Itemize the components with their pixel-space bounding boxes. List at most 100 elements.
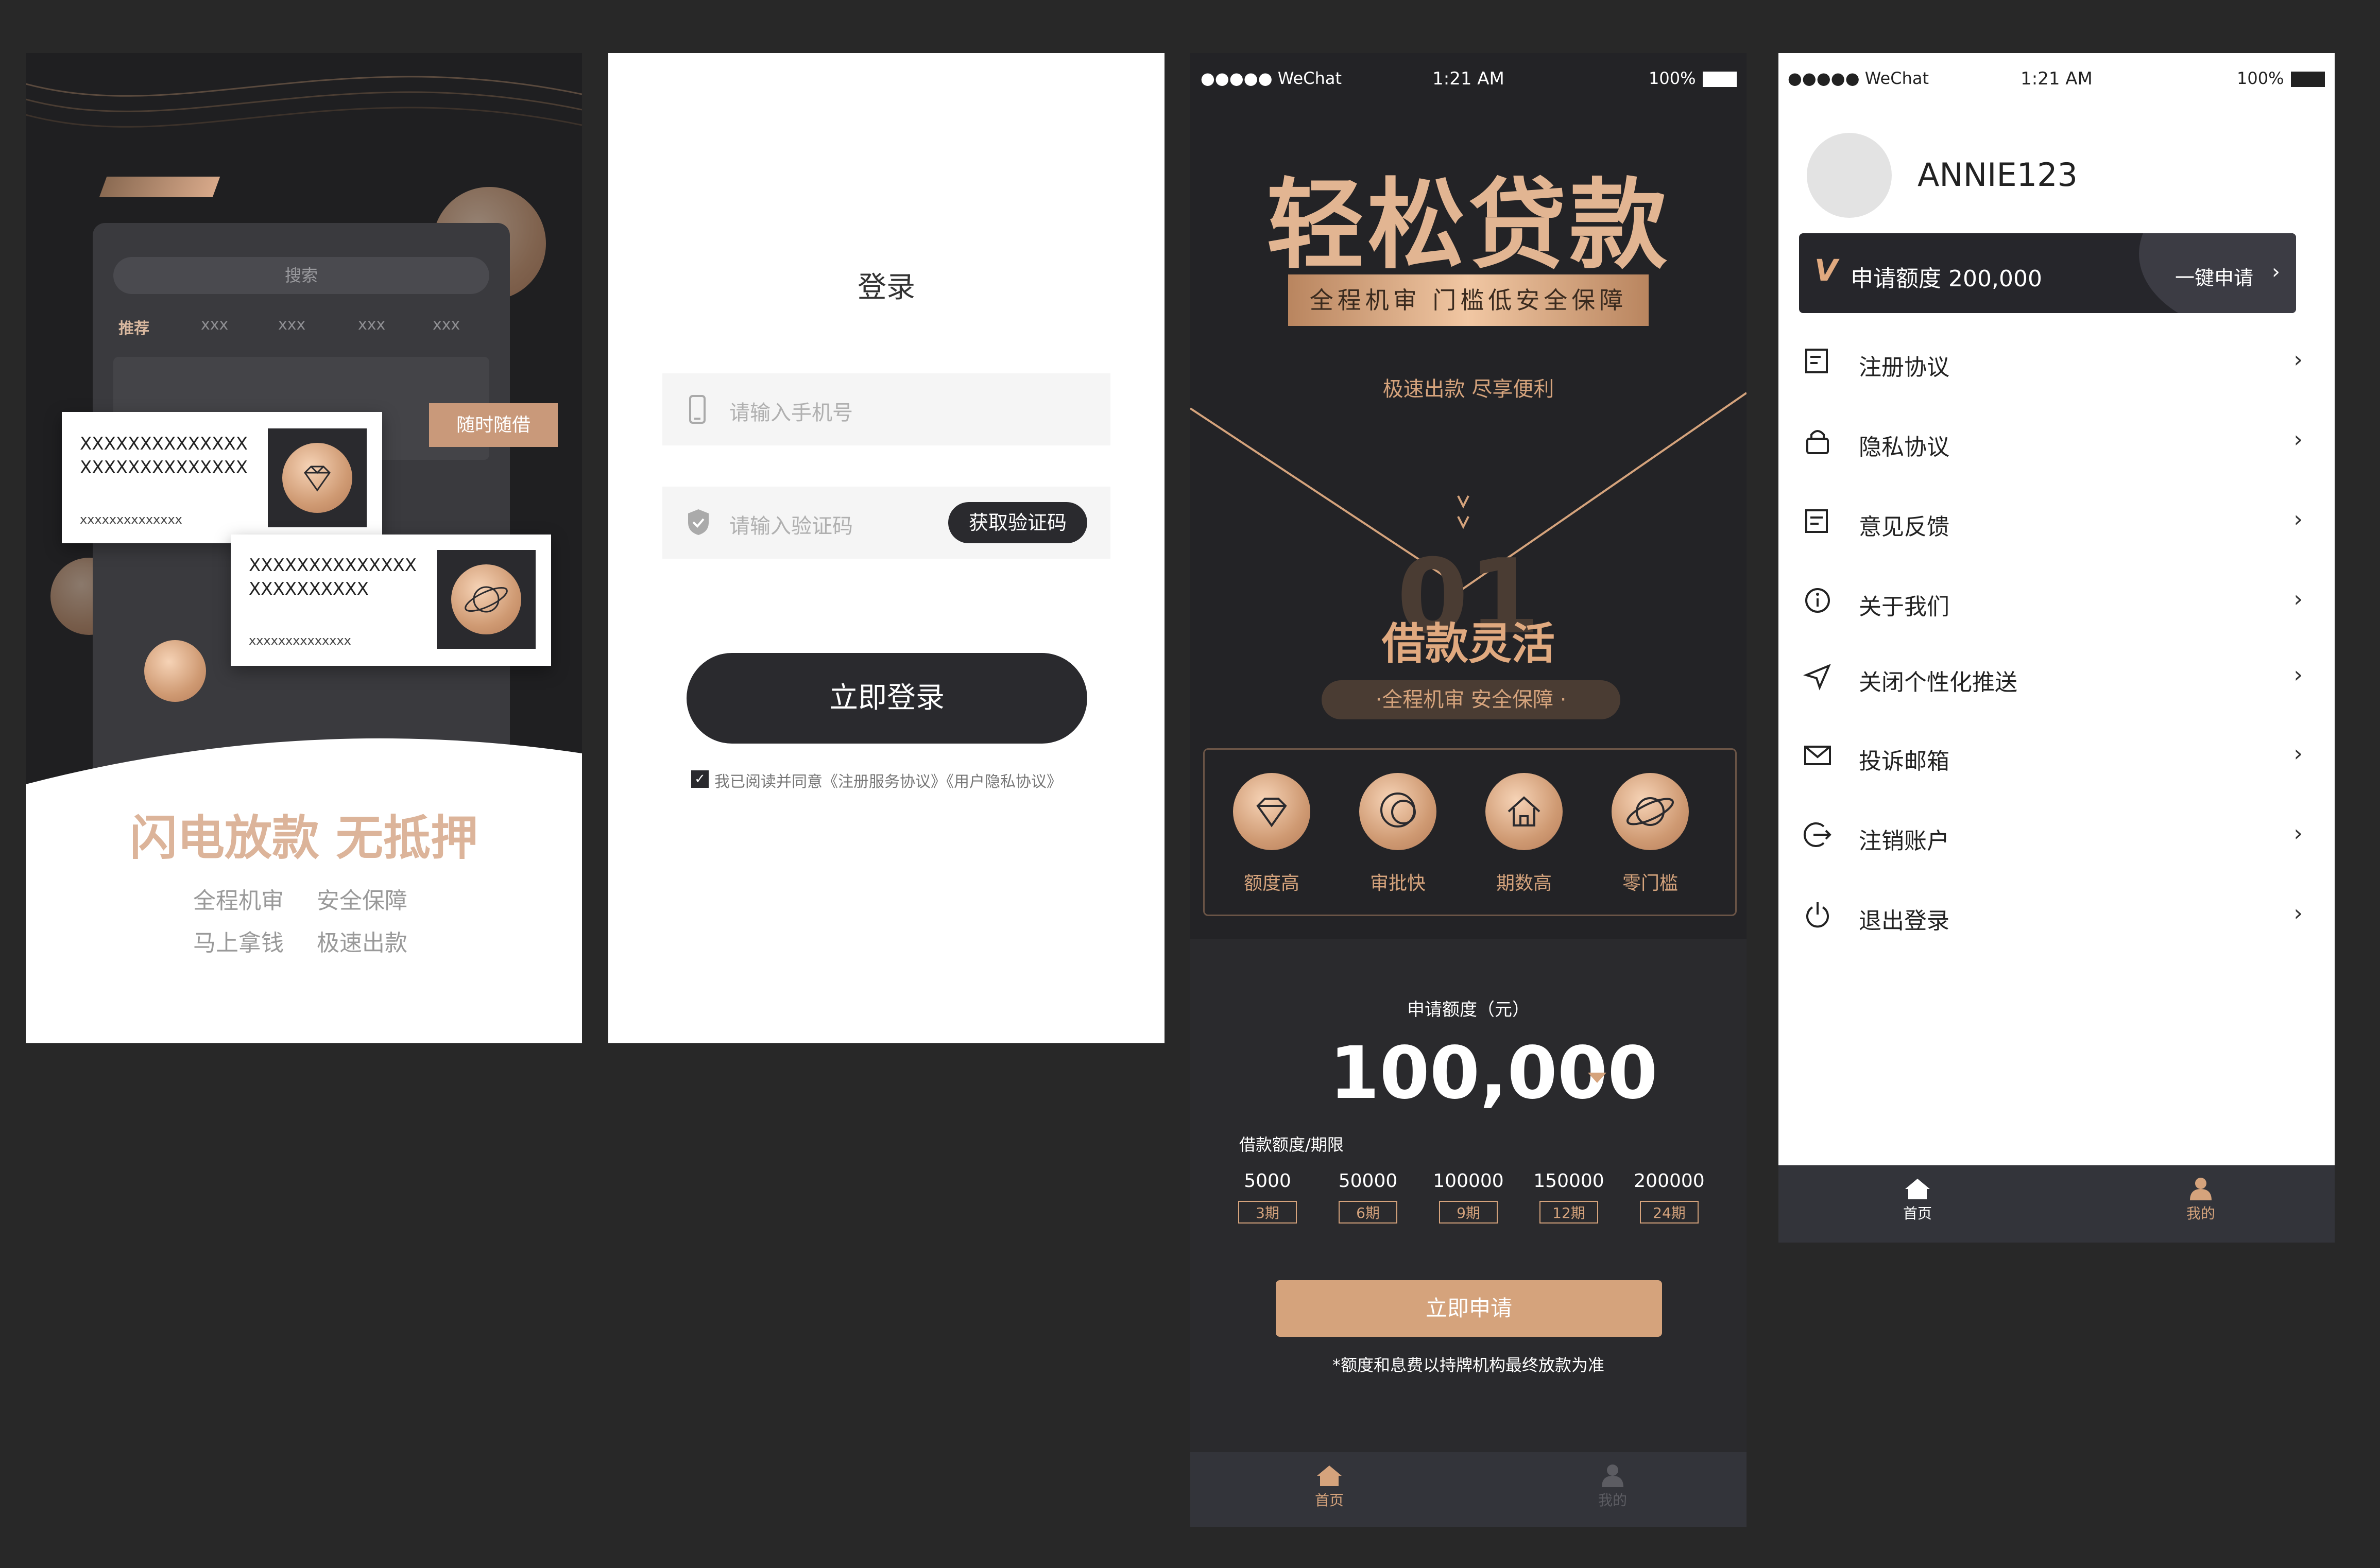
option-term: 12期 — [1539, 1201, 1598, 1224]
code-placeholder: 请输入验证码 — [729, 514, 853, 538]
menu-label: 投诉邮箱 — [1859, 748, 1949, 774]
splash-screen: 搜索 推荐 xxx xxx xxx xxx 随时随借 XXXXXXXXXXXXX… — [26, 53, 582, 1043]
person-icon — [2190, 1178, 2212, 1200]
menu-item-register[interactable]: 注册协议 › — [1803, 331, 2318, 393]
loan-option[interactable]: 150000 12期 — [1522, 1170, 1615, 1224]
bottom-panel — [26, 738, 582, 1043]
decorative-waves — [26, 76, 582, 128]
menu-item-push[interactable]: 关闭个性化推送 › — [1803, 646, 2318, 708]
banner-action[interactable]: 一键申请 — [2175, 262, 2253, 290]
banner-label: 申请额度 200,000 — [1851, 266, 2042, 292]
card-title: XXXXXXXXXXXXXX — [80, 434, 248, 454]
agree-checkbox[interactable]: ✓ — [691, 770, 709, 788]
credit-banner[interactable]: V 申请额度 200,000 一键申请 › — [1799, 233, 2296, 313]
feature-text: 极速出款 — [317, 930, 407, 956]
planet-badge-icon — [144, 640, 206, 702]
feature-text: 马上拿钱 — [193, 930, 284, 956]
feature-item[interactable]: 零门槛 — [1612, 773, 1689, 894]
chevron-right-icon: › — [2293, 900, 2303, 926]
nav-home[interactable]: 首页 — [1866, 1177, 1969, 1223]
option-term: 9期 — [1439, 1201, 1498, 1224]
chevron-right-icon: › — [2293, 740, 2303, 767]
option-list: 5000 3期 50000 6期 100000 9期 150000 12期 20… — [1221, 1170, 1716, 1243]
battery-icon — [1703, 72, 1737, 87]
loan-option[interactable]: 100000 9期 — [1422, 1170, 1515, 1224]
card-title: XXXXXXXXXXXXXX — [249, 555, 417, 576]
v-logo-icon: V — [1814, 253, 1838, 288]
home-screen: ●●●●● WeChat 1:21 AM 100% 轻松贷款 全程机审 门槛低安… — [1190, 53, 1747, 1527]
battery-icon — [2291, 72, 2325, 87]
code-field[interactable]: 请输入验证码 获取验证码 — [662, 487, 1110, 559]
diamond-icon — [1233, 773, 1310, 850]
tag-label: 随时随借 — [429, 403, 558, 447]
feature-item[interactable]: 额度高 — [1233, 773, 1310, 894]
product-card[interactable]: XXXXXXXXXXXXXX XXXXXXXXXX xxxxxxxxxxxxxx — [231, 535, 551, 666]
tab-item[interactable]: xxx — [433, 316, 460, 334]
card-icon-box — [437, 550, 536, 649]
nav-home[interactable]: 首页 — [1278, 1463, 1381, 1510]
phone-field[interactable]: 请输入手机号 — [662, 373, 1110, 445]
nav-mine[interactable]: 我的 — [1561, 1463, 1664, 1510]
menu-item-about[interactable]: 关于我们 › — [1803, 571, 2318, 632]
product-card[interactable]: XXXXXXXXXXXXXX XXXXXXXXXXXXXX xxxxxxxxxx… — [62, 412, 382, 543]
home-icon — [1485, 773, 1563, 850]
menu-label: 关于我们 — [1859, 594, 1949, 620]
menu-item-privacy[interactable]: 隐私协议 › — [1803, 411, 2318, 473]
avatar[interactable] — [1807, 133, 1892, 218]
get-code-button[interactable]: 获取验证码 — [948, 502, 1087, 543]
tab-item[interactable]: xxx — [201, 316, 228, 334]
logout-circle-icon — [1803, 822, 1831, 847]
nav-label: 我的 — [2186, 1205, 2215, 1222]
shield-icon — [688, 509, 709, 535]
menu-item-cancel-account[interactable]: 注销账户 › — [1803, 805, 2318, 867]
apply-button[interactable]: 立即申请 — [1276, 1280, 1662, 1337]
menu-item-feedback[interactable]: 意见反馈 › — [1803, 491, 2318, 553]
feature-item[interactable]: 审批快 — [1359, 773, 1436, 894]
username: ANNIE123 — [1917, 156, 2078, 194]
feature-item[interactable]: 期数高 — [1485, 773, 1563, 894]
card-subtitle: xxxxxxxxxxxxxx — [249, 633, 351, 648]
agree-text[interactable]: 我已阅读并同意《注册服务协议》《用户隐私协议》 — [714, 769, 1062, 791]
option-term: 6期 — [1339, 1201, 1397, 1224]
feature-label: 零门槛 — [1622, 873, 1678, 894]
amount-value[interactable]: 100,000 — [1329, 1031, 1658, 1115]
nav-label: 首页 — [1314, 1492, 1344, 1509]
feature-box: 额度高 审批快 期数高 零门槛 — [1203, 748, 1737, 916]
home-icon — [1317, 1466, 1342, 1486]
tab-item[interactable]: xxx — [278, 316, 305, 334]
chevron-right-icon: › — [2272, 260, 2280, 284]
chevron-right-icon: › — [2293, 662, 2303, 688]
search-input[interactable]: 搜索 — [113, 257, 489, 294]
loan-option[interactable]: 5000 3期 — [1221, 1170, 1314, 1224]
option-amount: 5000 — [1244, 1170, 1291, 1192]
card-title: XXXXXXXXXXXXXX — [80, 457, 248, 478]
login-button[interactable]: 立即登录 — [687, 653, 1087, 744]
info-icon — [1805, 588, 1830, 613]
chevron-right-icon: › — [2293, 506, 2303, 532]
loan-option[interactable]: 50000 6期 — [1322, 1170, 1414, 1224]
feedback-icon — [1805, 509, 1828, 533]
nav-mine[interactable]: 我的 — [2149, 1177, 2252, 1223]
feature-label: 期数高 — [1496, 873, 1552, 894]
tab-recommend[interactable]: 推荐 — [118, 316, 149, 338]
option-amount: 200000 — [1634, 1170, 1705, 1192]
loan-option[interactable]: 200000 24期 — [1623, 1170, 1716, 1224]
menu-item-logout[interactable]: 退出登录 › — [1803, 885, 2318, 946]
tab-bar: 首页 我的 — [1778, 1165, 2335, 1243]
option-amount: 150000 — [1533, 1170, 1604, 1192]
option-amount: 100000 — [1433, 1170, 1504, 1192]
chevron-down-icon[interactable] — [1588, 1073, 1606, 1083]
amount-label: 申请额度（元） — [1407, 1000, 1530, 1020]
send-icon — [1803, 664, 1831, 691]
term-label: 借款额度/期限 — [1239, 1135, 1344, 1155]
menu-label: 退出登录 — [1859, 908, 1949, 934]
menu-label: 注销账户 — [1859, 828, 1949, 854]
menu-label: 注册协议 — [1859, 354, 1949, 381]
hero-title: 轻松贷款 — [1266, 168, 1670, 282]
login-screen: 登录 请输入手机号 请输入验证码 获取验证码 立即登录 ✓ 我已阅读并同意《注册… — [608, 53, 1165, 1043]
tab-item[interactable]: xxx — [358, 316, 385, 334]
chevron-right-icon: › — [2293, 820, 2303, 847]
menu-item-mail[interactable]: 投诉邮箱 › — [1803, 725, 2318, 787]
status-battery: 100% — [1649, 68, 1696, 88]
mail-icon — [1804, 746, 1831, 765]
